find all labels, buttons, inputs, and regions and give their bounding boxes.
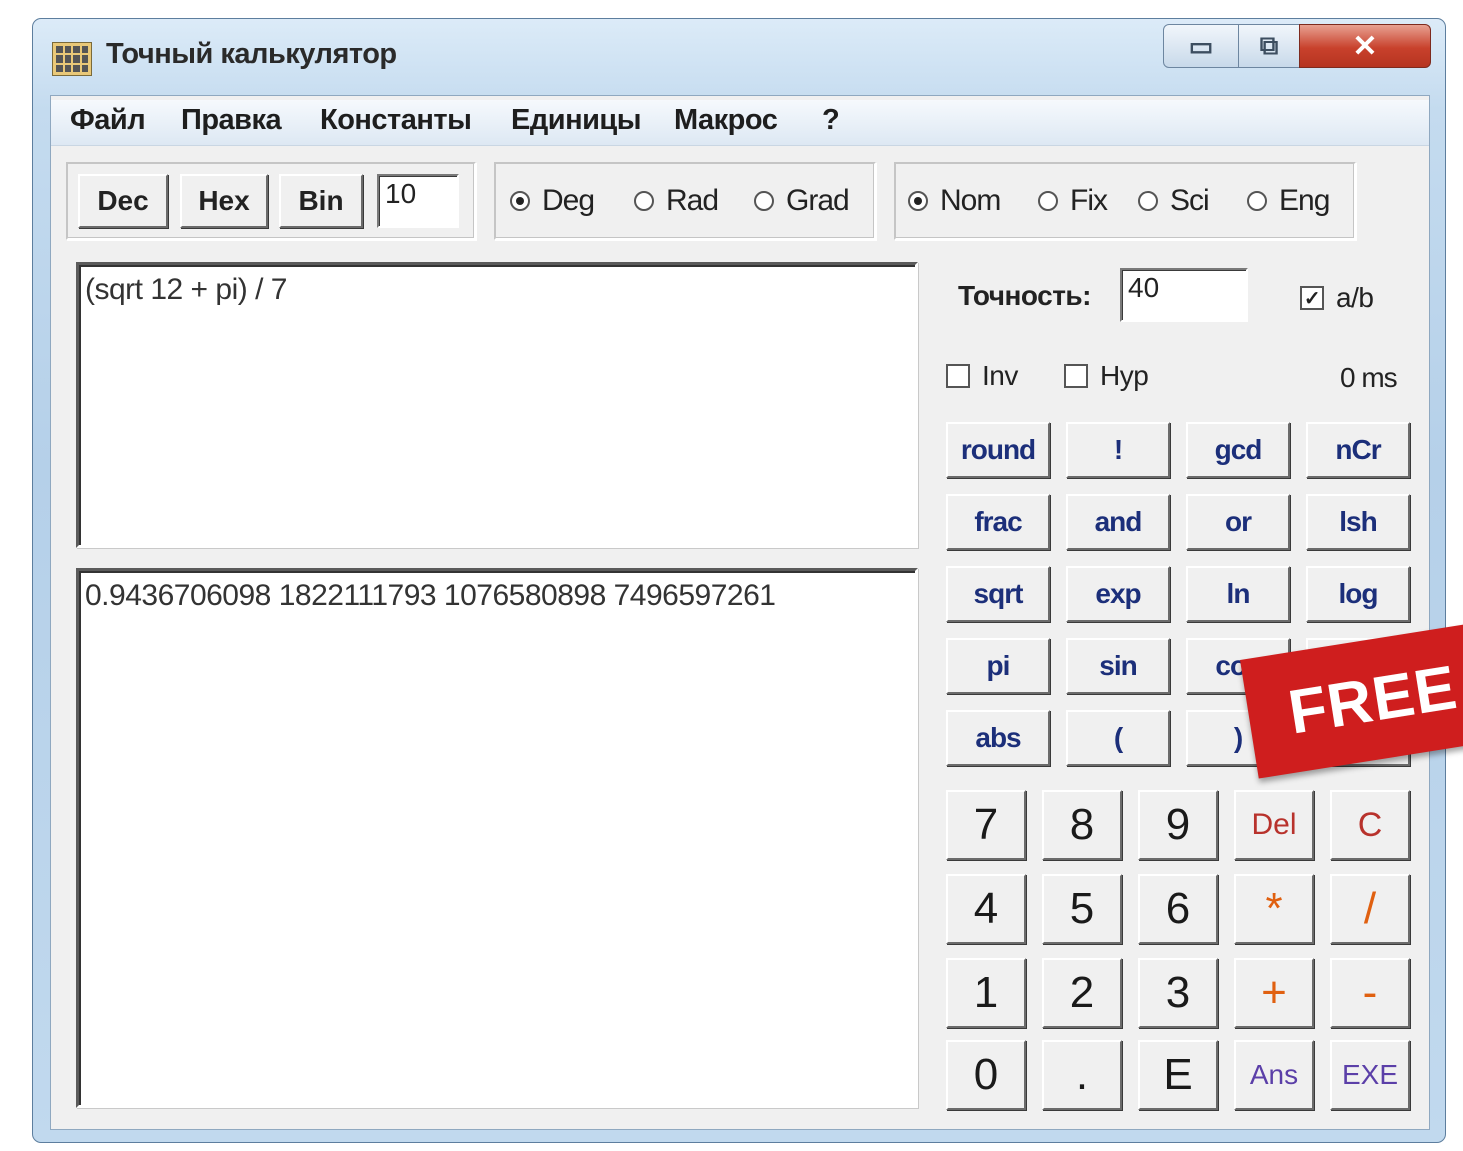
- radio-nom-label: Nom: [940, 184, 1001, 217]
- ncr-button[interactable]: nCr: [1306, 422, 1410, 478]
- and-button[interactable]: and: [1066, 494, 1170, 550]
- radio-rad-label: Rad: [666, 184, 719, 217]
- checkbox-empty-icon: [1064, 364, 1088, 388]
- digit-3-button[interactable]: 3: [1138, 958, 1218, 1028]
- maximize-icon: ⧉: [1259, 30, 1279, 60]
- radio-off-icon: [1038, 191, 1058, 211]
- maximize-button[interactable]: ⧉: [1238, 24, 1300, 68]
- lsh-button[interactable]: lsh: [1306, 494, 1410, 550]
- radio-off-icon: [754, 191, 774, 211]
- frac-button[interactable]: frac: [946, 494, 1050, 550]
- digit-1-button[interactable]: 1: [946, 958, 1026, 1028]
- abs-button[interactable]: abs: [946, 710, 1050, 766]
- digit-8-button[interactable]: 8: [1042, 790, 1122, 860]
- digit-4-button[interactable]: 4: [946, 874, 1026, 944]
- open-paren-button[interactable]: (: [1066, 710, 1170, 766]
- plus-button[interactable]: +: [1234, 958, 1314, 1028]
- free-badge-label: FREE: [1283, 652, 1462, 748]
- radio-nom[interactable]: Nom: [908, 184, 1001, 218]
- inv-label: Inv: [982, 360, 1018, 391]
- menu-edit[interactable]: Правка: [181, 104, 282, 137]
- radio-eng-label: Eng: [1279, 184, 1330, 217]
- menu-help[interactable]: ?: [822, 104, 840, 137]
- or-button[interactable]: or: [1186, 494, 1290, 550]
- radio-off-icon: [1138, 191, 1158, 211]
- radio-sci[interactable]: Sci: [1138, 184, 1210, 218]
- sin-button[interactable]: sin: [1066, 638, 1170, 694]
- caption-buttons: ▭ ⧉ ✕: [1163, 24, 1431, 70]
- precision-label: Точность:: [958, 280, 1091, 311]
- radio-fix-label: Fix: [1070, 184, 1108, 217]
- divide-button[interactable]: /: [1330, 874, 1410, 944]
- decimal-point-button[interactable]: .: [1042, 1040, 1122, 1110]
- sqrt-button[interactable]: sqrt: [946, 566, 1050, 622]
- window-title: Точный калькулятор: [106, 38, 397, 70]
- radio-rad[interactable]: Rad: [634, 184, 719, 218]
- ab-checkbox[interactable]: ✓ a/b: [1300, 282, 1374, 314]
- minimize-icon: ▭: [1188, 30, 1214, 61]
- exp-button[interactable]: exp: [1066, 566, 1170, 622]
- log-button[interactable]: log: [1306, 566, 1410, 622]
- close-button[interactable]: ✕: [1299, 24, 1431, 68]
- digit-6-button[interactable]: 6: [1138, 874, 1218, 944]
- radio-eng[interactable]: Eng: [1247, 184, 1330, 218]
- result-output: 0.9436706098 1822111793 1076580898 74965…: [76, 568, 918, 1108]
- radio-on-icon: [908, 191, 928, 211]
- digit-0-button[interactable]: 0: [946, 1040, 1026, 1110]
- radio-fix[interactable]: Fix: [1038, 184, 1108, 218]
- ab-label: a/b: [1336, 282, 1374, 313]
- radio-off-icon: [634, 191, 654, 211]
- bin-button[interactable]: Bin: [279, 174, 363, 228]
- radio-deg[interactable]: Deg: [510, 184, 595, 218]
- radio-on-icon: [510, 191, 530, 211]
- digit-2-button[interactable]: 2: [1042, 958, 1122, 1028]
- checkbox-empty-icon: [946, 364, 970, 388]
- calculator-icon: [52, 42, 92, 76]
- hyp-label: Hyp: [1100, 360, 1149, 391]
- expression-input[interactable]: (sqrt 12 + pi) / 7: [76, 262, 918, 548]
- dec-button[interactable]: Dec: [78, 174, 168, 228]
- hex-button[interactable]: Hex: [180, 174, 268, 228]
- factorial-button[interactable]: !: [1066, 422, 1170, 478]
- precision-field[interactable]: 40: [1120, 268, 1248, 322]
- ln-button[interactable]: ln: [1186, 566, 1290, 622]
- exe-button[interactable]: EXE: [1330, 1040, 1410, 1110]
- radio-deg-label: Deg: [542, 184, 595, 217]
- gcd-button[interactable]: gcd: [1186, 422, 1290, 478]
- hyp-checkbox[interactable]: Hyp: [1064, 360, 1149, 392]
- ans-button[interactable]: Ans: [1234, 1040, 1314, 1110]
- radio-off-icon: [1247, 191, 1267, 211]
- menu-constants[interactable]: Константы: [320, 104, 472, 137]
- menu-units[interactable]: Единицы: [511, 104, 642, 137]
- menu-macro[interactable]: Макрос: [674, 104, 778, 137]
- minus-button[interactable]: -: [1330, 958, 1410, 1028]
- clear-button[interactable]: C: [1330, 790, 1410, 860]
- digit-9-button[interactable]: 9: [1138, 790, 1218, 860]
- radio-grad-label: Grad: [786, 184, 850, 217]
- minimize-button[interactable]: ▭: [1163, 24, 1239, 68]
- radio-grad[interactable]: Grad: [754, 184, 850, 218]
- multiply-button[interactable]: *: [1234, 874, 1314, 944]
- menu-file[interactable]: Файл: [70, 104, 146, 137]
- checkmark-icon: ✓: [1300, 286, 1324, 310]
- digit-7-button[interactable]: 7: [946, 790, 1026, 860]
- exponent-button[interactable]: E: [1138, 1040, 1218, 1110]
- digit-5-button[interactable]: 5: [1042, 874, 1122, 944]
- radix-field[interactable]: 10: [377, 174, 459, 228]
- round-button[interactable]: round: [946, 422, 1050, 478]
- pi-button[interactable]: pi: [946, 638, 1050, 694]
- radio-sci-label: Sci: [1170, 184, 1210, 217]
- timing-label: 0 ms: [1340, 362, 1398, 393]
- close-icon: ✕: [1352, 29, 1378, 63]
- inv-checkbox[interactable]: Inv: [946, 360, 1018, 392]
- delete-button[interactable]: Del: [1234, 790, 1314, 860]
